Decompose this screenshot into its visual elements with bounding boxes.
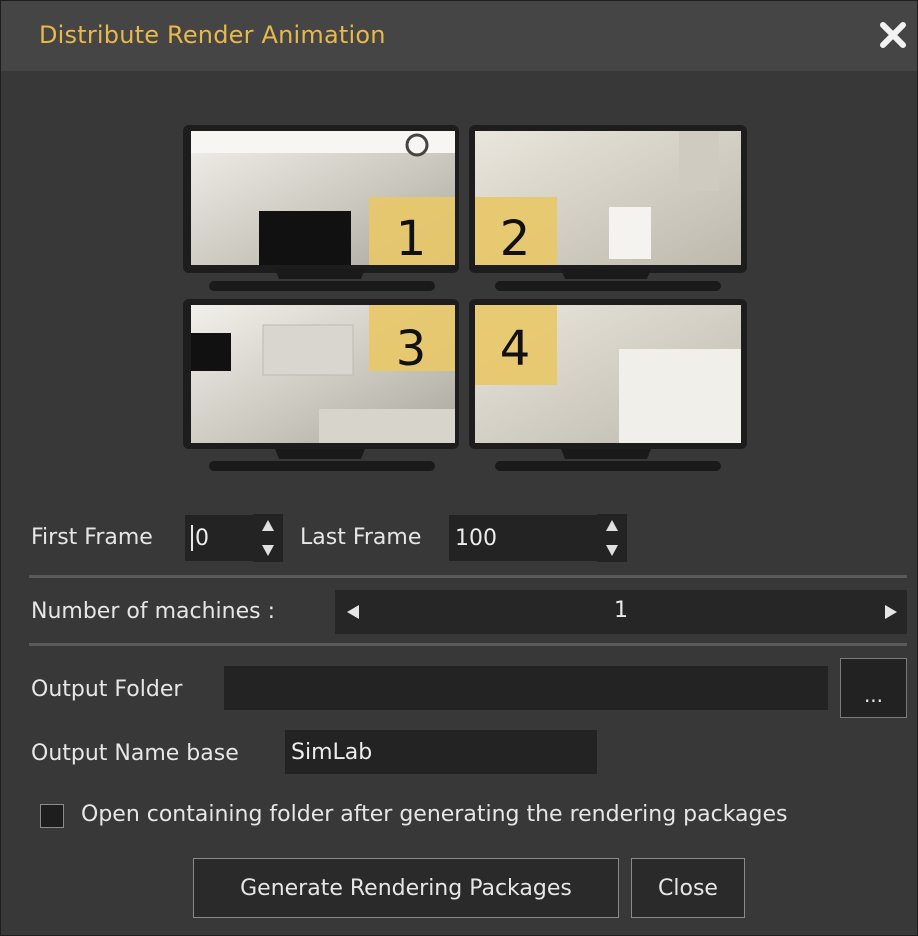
open-folder-checkbox[interactable] (40, 804, 64, 828)
first-frame-spinner[interactable] (253, 514, 283, 562)
output-name-input[interactable]: SimLab (285, 730, 597, 774)
close-icon[interactable] (873, 15, 913, 55)
last-frame-spinner[interactable] (597, 514, 627, 562)
first-frame-value: 0 (195, 525, 209, 551)
browse-button[interactable]: ... (840, 658, 907, 718)
machines-slider[interactable]: 1 (335, 590, 907, 634)
output-name-label: Output Name base (31, 741, 239, 766)
output-folder-input[interactable] (224, 666, 828, 710)
last-frame-value: 100 (455, 525, 497, 551)
generate-packages-button[interactable]: Generate Rendering Packages (193, 858, 619, 918)
machines-label: Number of machines : (31, 599, 275, 624)
dialog-title: Distribute Render Animation (39, 21, 386, 49)
text-caret (191, 525, 193, 551)
increment-arrow-icon[interactable] (867, 590, 907, 634)
dialog-window: Distribute Render Animation 1 2 3 4 Firs… (0, 0, 918, 936)
open-folder-label[interactable]: Open containing folder after generating … (81, 802, 788, 827)
separator (29, 643, 907, 646)
distributed-monitors-illustration: 1 2 3 4 (183, 125, 747, 471)
last-frame-input[interactable]: 100 (449, 515, 599, 561)
last-frame-label: Last Frame (300, 525, 422, 550)
monitor-number-2: 2 (500, 211, 531, 267)
separator (29, 575, 907, 578)
first-frame-label: First Frame (31, 525, 153, 550)
monitor-number-4: 4 (500, 321, 531, 377)
first-frame-input[interactable]: 0 (185, 515, 259, 561)
close-button[interactable]: Close (631, 858, 745, 918)
monitor-number-1: 1 (396, 211, 427, 267)
machines-value: 1 (614, 598, 628, 623)
output-folder-label: Output Folder (31, 677, 183, 702)
title-bar: Distribute Render Animation (1, 1, 917, 71)
monitor-number-3: 3 (396, 321, 427, 377)
output-name-value: SimLab (291, 739, 373, 765)
